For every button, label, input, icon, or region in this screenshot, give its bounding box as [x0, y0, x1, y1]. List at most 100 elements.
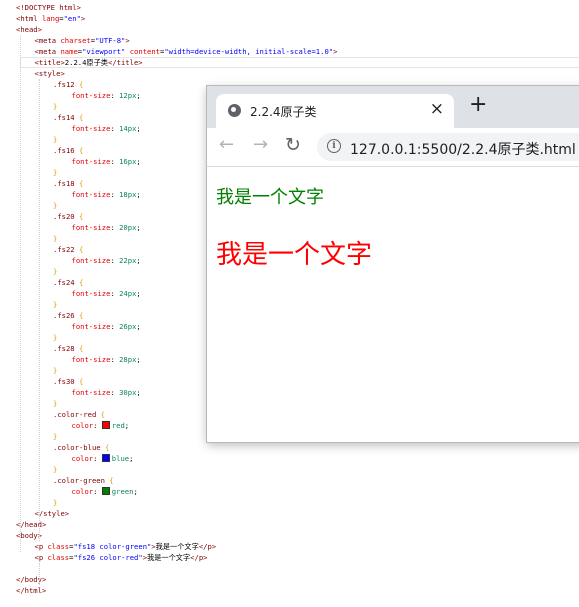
- code-line[interactable]: .fs12 {: [53, 79, 83, 90]
- code-token: ;: [136, 289, 141, 298]
- code-line[interactable]: </body>: [16, 574, 46, 585]
- code-token: 12px: [119, 91, 137, 100]
- code-line[interactable]: font-size: 14px;: [72, 123, 141, 134]
- url-text[interactable]: 127.0.0.1:5500/2.2.4原子类.html: [350, 139, 576, 159]
- code-line[interactable]: }: [53, 464, 57, 475]
- code-line[interactable]: </html>: [16, 585, 46, 596]
- code-line[interactable]: }: [53, 365, 57, 376]
- code-line[interactable]: <head>: [16, 24, 42, 35]
- code-token: {: [78, 80, 84, 89]
- code-line[interactable]: <!DOCTYPE html>: [16, 2, 81, 13]
- code-line[interactable]: <style>: [35, 68, 65, 79]
- code-token: ;: [136, 388, 141, 397]
- code-token: .fs24: [53, 278, 79, 287]
- code-token: <meta: [34, 36, 61, 45]
- browser-tab[interactable]: 2.2.4原子类 ×: [216, 94, 454, 128]
- close-tab-icon[interactable]: ×: [430, 99, 444, 119]
- code-line[interactable]: }: [53, 332, 57, 343]
- code-line[interactable]: font-size: 22px;: [72, 255, 141, 266]
- code-line[interactable]: .fs14 {: [53, 112, 83, 123]
- code-token: 28px: [119, 355, 137, 364]
- code-token: color: [71, 487, 94, 496]
- code-line[interactable]: }: [53, 167, 57, 178]
- code-line[interactable]: .fs16 {: [53, 145, 83, 156]
- code-line[interactable]: font-size: 28px;: [72, 354, 141, 365]
- code-line[interactable]: .fs24 {: [53, 277, 83, 288]
- code-line[interactable]: }: [53, 497, 57, 508]
- code-line[interactable]: }: [53, 398, 57, 409]
- code-line[interactable]: color: green;: [72, 486, 138, 497]
- code-line[interactable]: color: red;: [72, 420, 129, 431]
- code-token: charset: [60, 36, 91, 45]
- code-token: {: [78, 311, 84, 320]
- code-token: </body>: [16, 575, 47, 584]
- code-token: :: [93, 487, 102, 496]
- code-line[interactable]: .fs22 {: [53, 244, 83, 255]
- code-token: ;: [136, 190, 141, 199]
- code-line[interactable]: </style>: [35, 508, 70, 519]
- page-viewport: 我是一个文字 我是一个文字: [207, 167, 579, 442]
- code-line[interactable]: .fs28 {: [53, 343, 83, 354]
- code-line[interactable]: }: [53, 200, 57, 211]
- code-line[interactable]: font-size: 20px;: [72, 222, 141, 233]
- code-token: :: [110, 124, 120, 133]
- code-line[interactable]: .fs18 {: [53, 178, 83, 189]
- code-token: }: [53, 135, 58, 144]
- code-token: }: [53, 300, 58, 309]
- code-line[interactable]: font-size: 16px;: [72, 156, 141, 167]
- new-tab-button[interactable]: +: [469, 92, 487, 117]
- tab-strip: 2.2.4原子类 × +: [207, 86, 579, 128]
- code-token: <p: [34, 542, 48, 551]
- code-line[interactable]: font-size: 18px;: [72, 189, 141, 200]
- code-token: {: [78, 179, 84, 188]
- code-line[interactable]: .fs26 {: [53, 310, 83, 321]
- code-line[interactable]: <html lang="en">: [16, 13, 85, 24]
- code-token: {: [109, 476, 114, 485]
- code-token: </p>: [198, 542, 217, 551]
- code-line[interactable]: }: [53, 233, 57, 244]
- code-token: <head>: [16, 25, 42, 34]
- indent-guide: [20, 35, 21, 552]
- code-token: .color-red: [53, 410, 101, 419]
- code-line[interactable]: <p class="fs26 color-red">我是一个文字</p>: [35, 552, 208, 563]
- code-token: "width=device-width, initial-scale=1.0": [164, 47, 334, 56]
- code-token: .fs12: [53, 80, 79, 89]
- code-line[interactable]: }: [53, 299, 57, 310]
- code-line[interactable]: font-size: 30px;: [72, 387, 141, 398]
- code-line[interactable]: }: [53, 431, 57, 442]
- code-line[interactable]: }: [53, 101, 57, 112]
- indent-guide: [38, 563, 40, 585]
- code-token: 26px: [119, 322, 137, 331]
- reload-icon[interactable]: ↻: [285, 136, 301, 155]
- code-line[interactable]: .fs20 {: [53, 211, 83, 222]
- code-token: font-size: [71, 322, 111, 331]
- code-token: 16px: [119, 157, 137, 166]
- code-line[interactable]: <p class="fs18 color-green">我是一个文字</p>: [35, 541, 217, 552]
- forward-arrow-icon[interactable]: →: [253, 136, 268, 154]
- code-line[interactable]: <title>2.2.4原子类</title>: [35, 57, 143, 68]
- code-line[interactable]: }: [53, 266, 57, 277]
- code-line[interactable]: }: [53, 134, 57, 145]
- code-line[interactable]: font-size: 24px;: [72, 288, 141, 299]
- code-token: .fs20: [53, 212, 79, 221]
- info-icon[interactable]: i: [327, 139, 341, 153]
- code-token: >: [333, 47, 338, 56]
- code-token: name: [60, 47, 78, 56]
- code-token: .fs30: [53, 377, 79, 386]
- code-token: {: [78, 278, 84, 287]
- code-line[interactable]: .color-green {: [53, 475, 114, 486]
- code-line[interactable]: <meta charset="UTF-8">: [35, 35, 130, 46]
- code-line[interactable]: .fs30 {: [53, 376, 83, 387]
- code-line[interactable]: font-size: 12px;: [72, 90, 141, 101]
- back-arrow-icon[interactable]: ←: [219, 136, 234, 154]
- code-line[interactable]: <meta name="viewport" content="width=dev…: [35, 46, 338, 57]
- code-line[interactable]: font-size: 26px;: [72, 321, 141, 332]
- code-token: }: [53, 465, 58, 474]
- address-bar[interactable]: i 127.0.0.1:5500/2.2.4原子类.html: [317, 133, 579, 161]
- color-swatch: [101, 454, 110, 462]
- code-token: }: [53, 102, 58, 111]
- code-line[interactable]: .color-red {: [53, 409, 105, 420]
- indent-guide: [38, 79, 40, 541]
- code-line[interactable]: .color-blue {: [53, 442, 109, 453]
- code-line[interactable]: color: blue;: [72, 453, 133, 464]
